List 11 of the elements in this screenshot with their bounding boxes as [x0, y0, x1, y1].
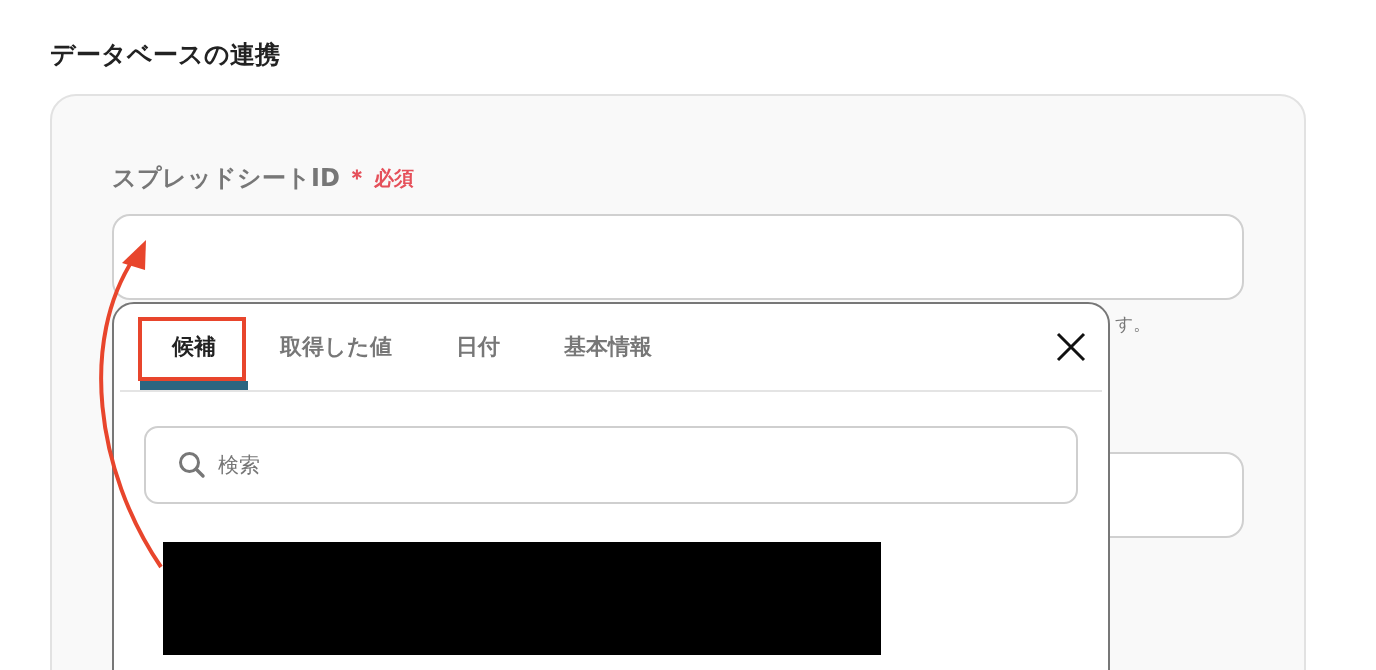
field-label: スプレッドシートID	[112, 163, 340, 194]
required-text: 必須	[373, 164, 414, 192]
popup-tab[interactable]: 基本情報	[532, 304, 684, 390]
close-icon[interactable]	[1056, 332, 1086, 362]
required-mark: ＊	[345, 164, 368, 192]
field-hint: す。	[1115, 312, 1152, 336]
section-title: データベースの連携	[50, 39, 280, 71]
search-field[interactable]: 検索	[144, 426, 1078, 504]
popup-tab[interactable]: 日付	[424, 304, 532, 390]
spreadsheet-id-field[interactable]	[112, 214, 1244, 300]
popup-tab[interactable]: 取得した値	[248, 304, 424, 390]
